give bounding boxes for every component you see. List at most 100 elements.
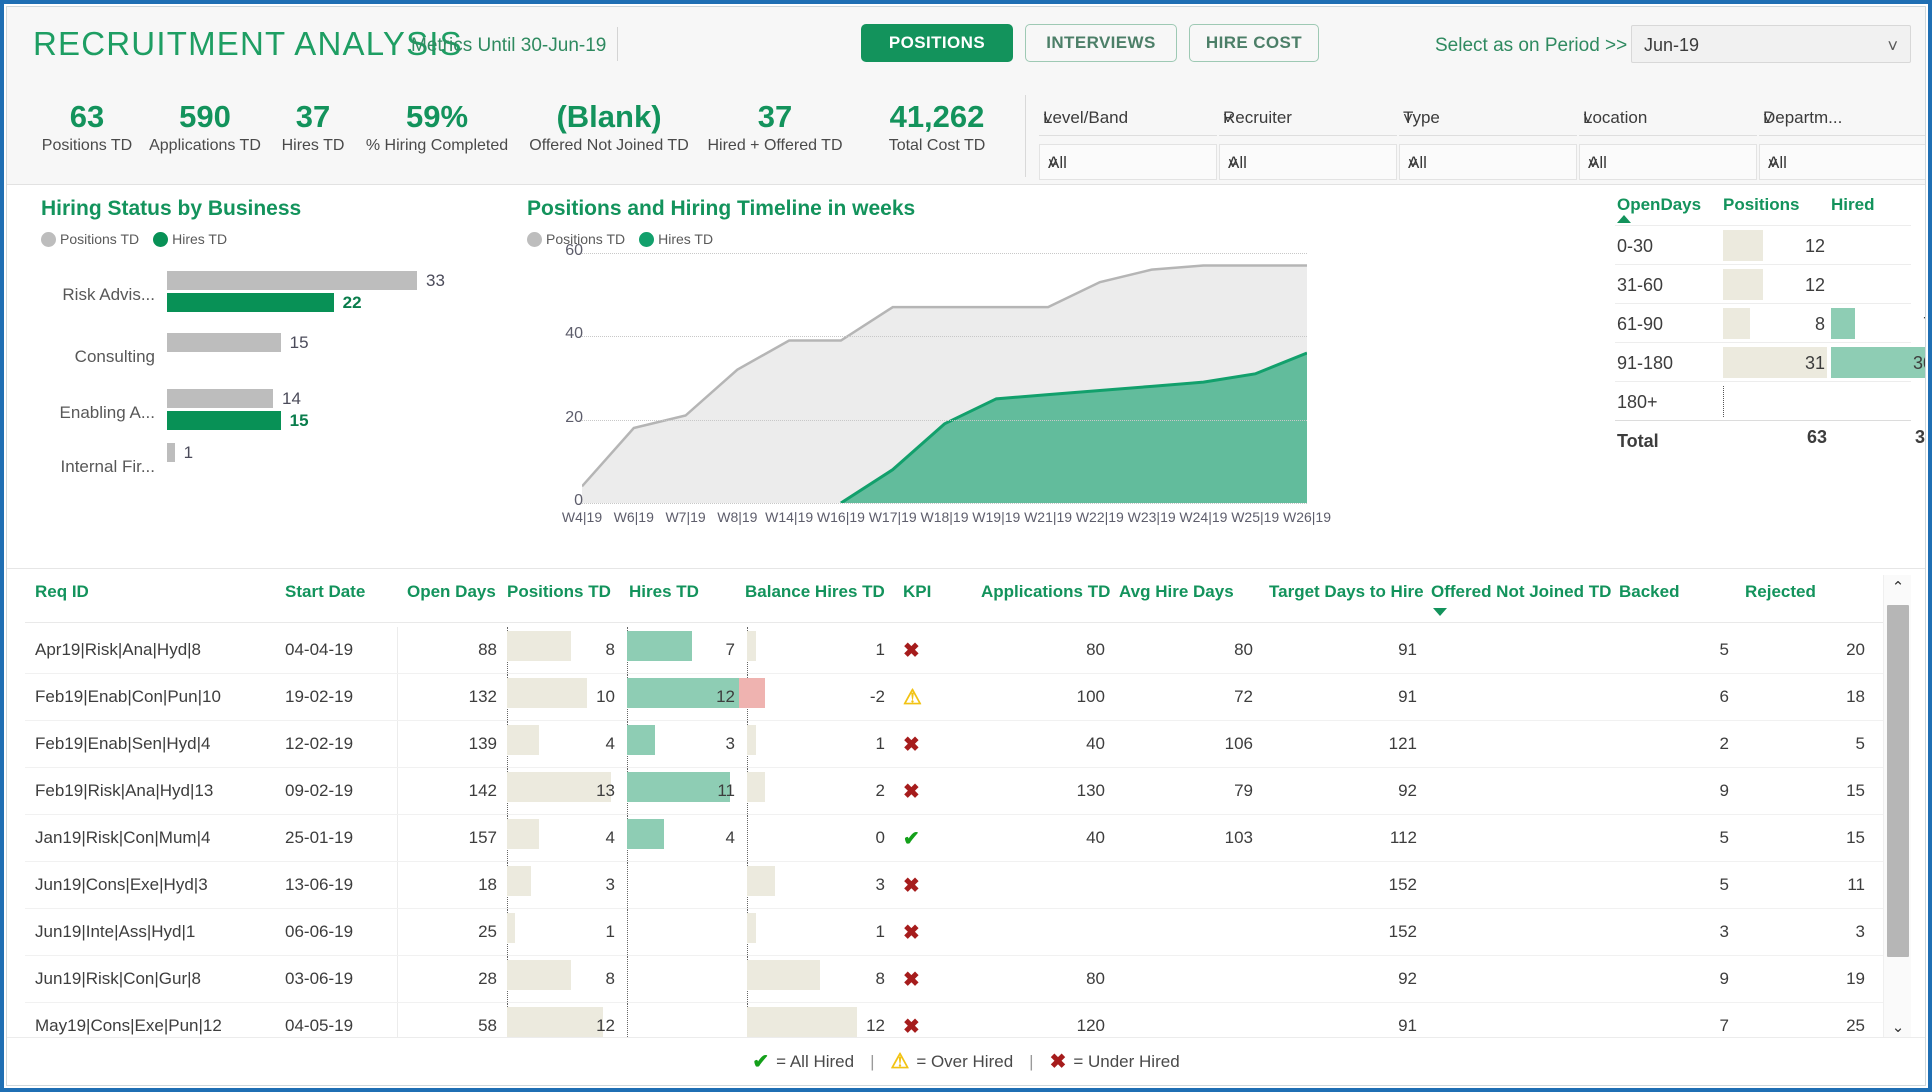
table-column-header[interactable]: Backed <box>1619 582 1679 602</box>
chevron-down-icon: ˅ <box>1768 154 1778 173</box>
tab-positions[interactable]: POSITIONS <box>861 24 1013 62</box>
cell-positions: 8 <box>605 969 615 988</box>
x-axis-tick-label: W26|19 <box>1283 509 1331 525</box>
tab-hire-cost[interactable]: HIRE COST <box>1189 24 1319 62</box>
cell-open-days: 88 <box>478 640 497 659</box>
filter-name[interactable]: Departm... ˅ <box>1759 102 1925 136</box>
column-divider <box>397 721 398 767</box>
open-days-row[interactable]: 31-60 12 <box>1615 264 1911 303</box>
dashboard-canvas: RECRUITMENT ANALYSIS Metrics Until 30-Ju… <box>6 6 1926 1086</box>
x-axis-tick-label: W7|19 <box>665 509 706 525</box>
table-row[interactable]: Jun19|Cons|Exe|Hyd|3 13-06-19 18 3 3 ✖ 152 5 11 <box>25 862 1897 909</box>
table-column-header[interactable]: Balance Hires TD <box>745 582 885 602</box>
cell-positions: 10 <box>596 687 615 706</box>
open-days-row[interactable]: 91-180 31 30 <box>1615 342 1925 381</box>
cell-open-days: 132 <box>468 687 497 706</box>
open-days-matrix[interactable]: OpenDays Positions Hired 0-30 12 31-60 12 61… <box>1607 185 1925 569</box>
cross-icon: ✖ <box>903 781 920 803</box>
table-column-header[interactable]: KPI <box>903 582 931 602</box>
table-column-header[interactable]: Start Date <box>285 582 365 602</box>
cell-balance-hires: 1 <box>875 640 885 659</box>
table-row[interactable]: Feb19|Enab|Sen|Hyd|4 12-02-19 139 4 3 1 ✖ 40 106… <box>25 721 1897 768</box>
period-select[interactable]: Jun-19 ˅ <box>1631 25 1911 63</box>
legend-label-hires: Hires TD <box>658 231 714 247</box>
cell-avg-hire-days: 106 <box>1224 734 1253 753</box>
cell-backed: 7 <box>1719 1016 1729 1035</box>
table-row[interactable]: Jun19|Inte|Ass|Hyd|1 06-06-19 25 1 1 ✖ 152 3 3 <box>25 909 1897 956</box>
filter-name[interactable]: Level/Band ˅ <box>1039 102 1217 136</box>
bar-chart-row[interactable]: Risk Advis... 33 22 <box>27 267 507 329</box>
open-days-col-hired[interactable]: Hired <box>1831 195 1874 215</box>
bar-category-label: Internal Fir... <box>60 457 155 476</box>
table-row[interactable]: Feb19|Risk|Ana|Hyd|13 09-02-19 142 13 11 2 ✖ 13… <box>25 768 1897 815</box>
cell-rejected: 3 <box>1855 922 1865 941</box>
bar-positions-value: 15 <box>289 333 309 352</box>
cell-rejected: 18 <box>1846 687 1865 706</box>
cell-balance-hires: 0 <box>875 828 885 847</box>
bar-chart-row[interactable]: Enabling A... 14 15 <box>27 385 507 447</box>
filter-name[interactable]: Type ˅ <box>1399 102 1577 136</box>
open-days-col-opendays[interactable]: OpenDays <box>1617 195 1701 215</box>
filter-departm[interactable]: Departm... ˅ All ˅ <box>1759 102 1925 180</box>
cell-start-date: 06-06-19 <box>285 922 354 941</box>
table-column-header[interactable]: Hires TD <box>629 582 699 602</box>
cell-rejected: 5 <box>1855 734 1865 753</box>
cell-target-days: 92 <box>1398 781 1417 800</box>
hires-axis-line <box>627 956 628 1002</box>
table-column-header[interactable]: Positions TD <box>507 582 611 602</box>
bar-chart-row[interactable]: Internal Fir... 1 <box>27 439 507 501</box>
bar-positions-value: 1 <box>183 443 194 462</box>
table-column-header[interactable]: Applications TD <box>981 582 1110 602</box>
filter-type[interactable]: Type ˅ All ˅ <box>1399 102 1577 180</box>
cell-target-days: 152 <box>1388 922 1417 941</box>
kpi-card: 41,262 Total Cost TD <box>827 99 1047 157</box>
open-days-row[interactable]: 0-30 12 <box>1615 225 1911 264</box>
open-days-row[interactable]: 61-90 87 <box>1615 303 1925 342</box>
filter-levelband[interactable]: Level/Band ˅ All ˅ <box>1039 102 1217 180</box>
table-column-header[interactable]: Avg Hire Days <box>1119 582 1234 602</box>
filter-value[interactable]: All ˅ <box>1759 144 1925 180</box>
table-column-header[interactable]: Req ID <box>35 582 89 602</box>
filter-value[interactable]: All ˅ <box>1579 144 1757 180</box>
filter-value[interactable]: All ˅ <box>1219 144 1397 180</box>
filter-value[interactable]: All ˅ <box>1399 144 1577 180</box>
table-column-header[interactable]: Rejected <box>1745 582 1816 602</box>
table-row[interactable]: Feb19|Enab|Con|Pun|10 19-02-19 132 10 12 -2 ⚠ 1… <box>25 674 1897 721</box>
open-days-col-positions[interactable]: Positions <box>1723 195 1800 215</box>
cell-backed: 9 <box>1719 969 1729 988</box>
hiring-status-bar-chart[interactable]: Hiring Status by Business Positions TD H… <box>27 185 507 569</box>
open-days-row[interactable]: 180+ <box>1615 381 1911 420</box>
open-days-hired-cell <box>1831 230 1925 261</box>
table-column-header[interactable]: Target Days to Hire <box>1269 582 1424 602</box>
table-scrollbar[interactable]: ⌃ ⌄ <box>1883 575 1911 1041</box>
open-days-positions-cell: 8 <box>1723 308 1827 339</box>
cell-backed: 9 <box>1719 781 1729 800</box>
cell-target-days: 121 <box>1388 734 1417 753</box>
x-axis-tick-label: W18|19 <box>920 509 969 525</box>
tab-interviews[interactable]: INTERVIEWS <box>1025 24 1177 62</box>
chevron-down-icon: ˅ <box>1583 109 1593 128</box>
total-positions: 63 <box>1806 427 1827 447</box>
table-column-header[interactable]: Open Days <box>407 582 496 602</box>
filter-name[interactable]: Location ˅ <box>1579 102 1757 136</box>
filter-recruiter[interactable]: Recruiter ˅ All ˅ <box>1219 102 1397 180</box>
scrollbar-thumb[interactable] <box>1887 605 1909 957</box>
positions-hiring-timeline-chart[interactable]: Positions and Hiring Timeline in weeks P… <box>527 185 1331 569</box>
open-days-hired-cell: 30 <box>1831 347 1925 378</box>
cell-avg-hire-days: 72 <box>1234 687 1253 706</box>
filter-value[interactable]: All ˅ <box>1039 144 1217 180</box>
table-row[interactable]: Jan19|Risk|Con|Mum|4 25-01-19 157 4 4 0 ✔ 40 103… <box>25 815 1897 862</box>
legend-all-hired: ✔ = All Hired <box>752 1049 854 1074</box>
filter-name[interactable]: Recruiter ˅ <box>1219 102 1397 136</box>
cross-icon: ✖ <box>903 969 920 991</box>
cross-icon: ✖ <box>1049 1051 1067 1073</box>
bar-chart-row[interactable]: Consulting 15 <box>27 329 507 391</box>
positions-cell-bar <box>507 913 515 943</box>
table-row[interactable]: Apr19|Risk|Ana|Hyd|8 04-04-19 88 8 7 1 ✖ 80 80 91… <box>25 627 1897 674</box>
scroll-up-icon[interactable]: ⌃ <box>1884 575 1912 601</box>
bar-category-label: Consulting <box>74 347 155 366</box>
filter-location[interactable]: Location ˅ All ˅ <box>1579 102 1757 180</box>
table-column-header[interactable]: Offered Not Joined TD <box>1431 582 1611 602</box>
table-row[interactable]: Jun19|Risk|Con|Gur|8 03-06-19 28 8 8 ✖ 80 92 9 19 <box>25 956 1897 1003</box>
positions-value: 12 <box>1804 275 1825 295</box>
